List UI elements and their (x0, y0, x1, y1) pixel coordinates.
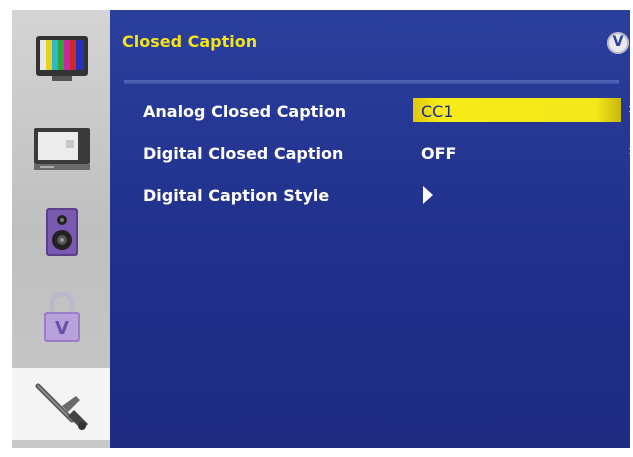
menu-row-label: Digital Closed Caption (143, 144, 344, 163)
up-down-arrows-icon[interactable] (628, 139, 633, 163)
rail-item-audio[interactable] (12, 196, 110, 268)
menu-row-digital-caption-style[interactable]: Digital Caption Style (143, 182, 623, 210)
menu-category-rail: V (12, 10, 110, 448)
svg-text:V: V (55, 318, 69, 339)
lock-icon: V (44, 291, 80, 342)
tv-input-icon (34, 128, 90, 170)
chevron-right-icon[interactable] (421, 184, 435, 206)
analog-cc-value: CC1 (421, 102, 454, 121)
logo-letter: V (612, 34, 624, 50)
title-divider (124, 80, 619, 84)
menu-row-digital-closed-caption[interactable]: Digital Closed Caption OFF (143, 140, 633, 168)
menu-row-label: Analog Closed Caption (143, 102, 347, 121)
picture-icon (36, 36, 88, 81)
closed-caption-panel: Closed Caption V Analog Closed Caption C… (110, 10, 633, 448)
speaker-icon (46, 208, 78, 256)
rail-item-input[interactable] (12, 112, 110, 184)
osd-screen: V Closed Caption V Analog Closed Caption… (0, 0, 633, 457)
menu-row-label: Digital Caption Style (143, 186, 330, 205)
rail-item-setup[interactable] (12, 368, 110, 440)
rail-item-picture[interactable] (12, 24, 110, 96)
setup-wrench-icon (35, 383, 88, 430)
digital-cc-value: OFF (421, 144, 457, 163)
rail-item-parental[interactable]: V (12, 280, 110, 352)
page-title: Closed Caption (122, 32, 258, 51)
up-down-arrows-icon[interactable] (628, 97, 633, 121)
vizio-logo-icon: V (607, 32, 629, 54)
menu-row-analog-closed-caption[interactable]: Analog Closed Caption CC1 (143, 98, 633, 126)
digital-cc-selector[interactable]: OFF (413, 140, 621, 164)
analog-cc-selector[interactable]: CC1 (413, 98, 621, 122)
